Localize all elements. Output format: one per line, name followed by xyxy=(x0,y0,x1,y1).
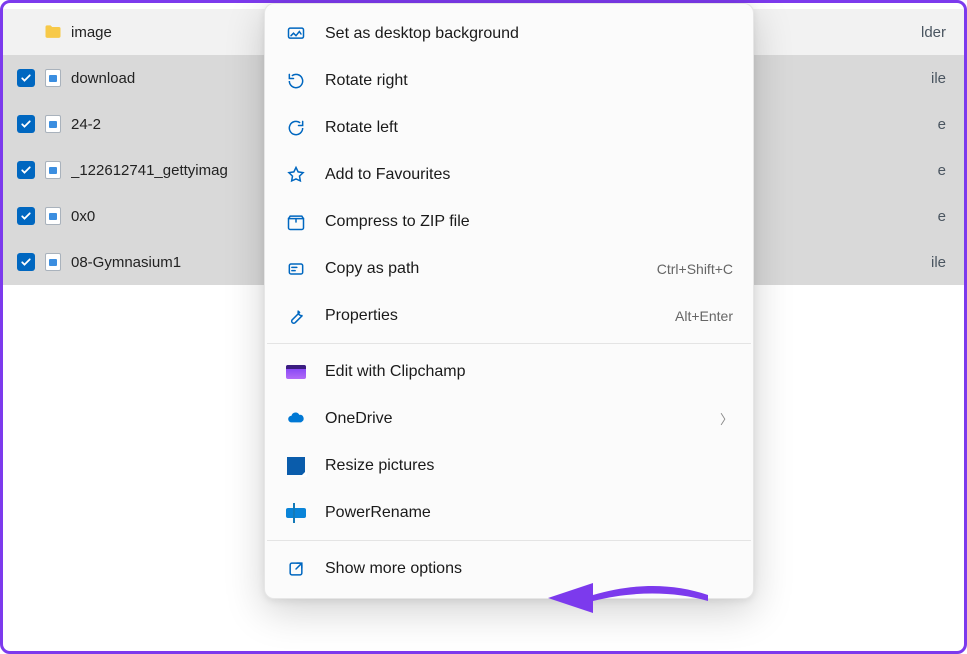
menu-label: Properties xyxy=(325,307,657,325)
menu-label: Add to Favourites xyxy=(325,166,733,184)
menu-separator xyxy=(267,343,751,344)
file-name: image xyxy=(71,24,112,41)
desktop-bg-icon xyxy=(285,23,307,45)
powerrename-icon xyxy=(285,502,307,524)
menu-powerrename[interactable]: PowerRename xyxy=(265,489,753,536)
file-type: e xyxy=(938,208,946,225)
menu-rotate-left[interactable]: Rotate left xyxy=(265,104,753,151)
file-name: 24-2 xyxy=(71,116,101,133)
file-type: e xyxy=(938,116,946,133)
menu-copy-as-path[interactable]: Copy as path Ctrl+Shift+C xyxy=(265,245,753,292)
onedrive-icon xyxy=(285,408,307,430)
menu-label: Show more options xyxy=(325,560,733,578)
menu-label: Copy as path xyxy=(325,260,639,278)
menu-shortcut: Ctrl+Shift+C xyxy=(657,261,733,277)
resize-icon xyxy=(285,455,307,477)
show-more-icon xyxy=(285,558,307,580)
context-menu: Set as desktop background Rotate right R… xyxy=(264,3,754,599)
checkbox[interactable] xyxy=(17,161,35,179)
menu-shortcut: Alt+Enter xyxy=(675,308,733,324)
zip-icon xyxy=(285,211,307,233)
file-type: ile xyxy=(931,70,946,87)
menu-label: Compress to ZIP file xyxy=(325,213,733,231)
file-name: 08-Gymnasium1 xyxy=(71,254,181,271)
copy-path-icon xyxy=(285,258,307,280)
menu-properties[interactable]: Properties Alt+Enter xyxy=(265,292,753,339)
rotate-right-icon xyxy=(285,70,307,92)
rotate-left-icon xyxy=(285,117,307,139)
menu-compress-zip[interactable]: Compress to ZIP file xyxy=(265,198,753,245)
menu-resize-pictures[interactable]: Resize pictures xyxy=(265,442,753,489)
checkbox[interactable] xyxy=(17,115,35,133)
image-file-icon xyxy=(43,160,63,180)
star-icon xyxy=(285,164,307,186)
menu-add-favourites[interactable]: Add to Favourites xyxy=(265,151,753,198)
menu-label: Rotate right xyxy=(325,72,733,90)
chevron-right-icon: 〉 xyxy=(720,409,733,428)
menu-separator xyxy=(267,540,751,541)
file-type: ile xyxy=(931,254,946,271)
folder-icon xyxy=(43,22,63,42)
menu-label: Rotate left xyxy=(325,119,733,137)
file-name: 0x0 xyxy=(71,208,95,225)
menu-set-desktop-bg[interactable]: Set as desktop background xyxy=(265,10,753,57)
file-name: _122612741_gettyimag xyxy=(71,162,228,179)
file-type: lder xyxy=(921,24,946,41)
menu-label: Resize pictures xyxy=(325,457,733,475)
menu-label: Edit with Clipchamp xyxy=(325,363,733,381)
wrench-icon xyxy=(285,305,307,327)
checkbox[interactable] xyxy=(17,253,35,271)
file-type: e xyxy=(938,162,946,179)
menu-label: PowerRename xyxy=(325,504,733,522)
menu-label: Set as desktop background xyxy=(325,25,733,43)
image-file-icon xyxy=(43,252,63,272)
menu-label: OneDrive xyxy=(325,410,702,428)
checkbox[interactable] xyxy=(17,69,35,87)
checkbox[interactable] xyxy=(17,207,35,225)
image-file-icon xyxy=(43,68,63,88)
image-file-icon xyxy=(43,114,63,134)
menu-onedrive[interactable]: OneDrive 〉 xyxy=(265,395,753,442)
menu-clipchamp[interactable]: Edit with Clipchamp xyxy=(265,348,753,395)
file-name: download xyxy=(71,70,135,87)
clipchamp-icon xyxy=(285,361,307,383)
menu-rotate-right[interactable]: Rotate right xyxy=(265,57,753,104)
menu-show-more-options[interactable]: Show more options xyxy=(265,545,753,592)
image-file-icon xyxy=(43,206,63,226)
